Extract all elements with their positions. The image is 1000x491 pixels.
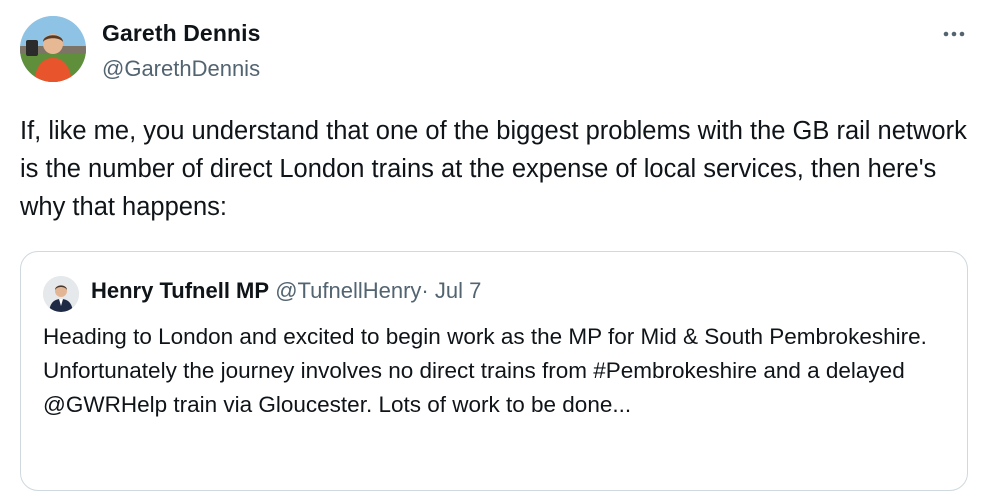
author-avatar[interactable] <box>20 16 86 82</box>
quote-date[interactable]: Jul 7 <box>435 278 481 303</box>
quote-author-name[interactable]: Henry Tufnell MP <box>91 278 269 303</box>
more-horizontal-icon <box>943 31 965 37</box>
quote-header: Henry Tufnell MP @TufnellHenry· Jul 7 <box>91 278 481 304</box>
quote-text: Heading to London and excited to begin w… <box>43 324 927 417</box>
author-handle[interactable]: @GarethDennis <box>102 56 260 82</box>
tweet-text: If, like me, you understand that one of … <box>20 117 967 221</box>
more-options-button[interactable] <box>934 20 974 48</box>
quote-author-avatar[interactable] <box>43 276 79 312</box>
quoted-tweet-card[interactable]: Henry Tufnell MP @TufnellHenry· Jul 7 He… <box>20 251 968 491</box>
quote-author-handle[interactable]: @TufnellHenry <box>275 278 421 303</box>
tweet: Gareth Dennis @GarethDennis If, like me,… <box>0 0 1000 491</box>
author-name[interactable]: Gareth Dennis <box>102 20 261 47</box>
quote-separator: · <box>421 278 429 303</box>
